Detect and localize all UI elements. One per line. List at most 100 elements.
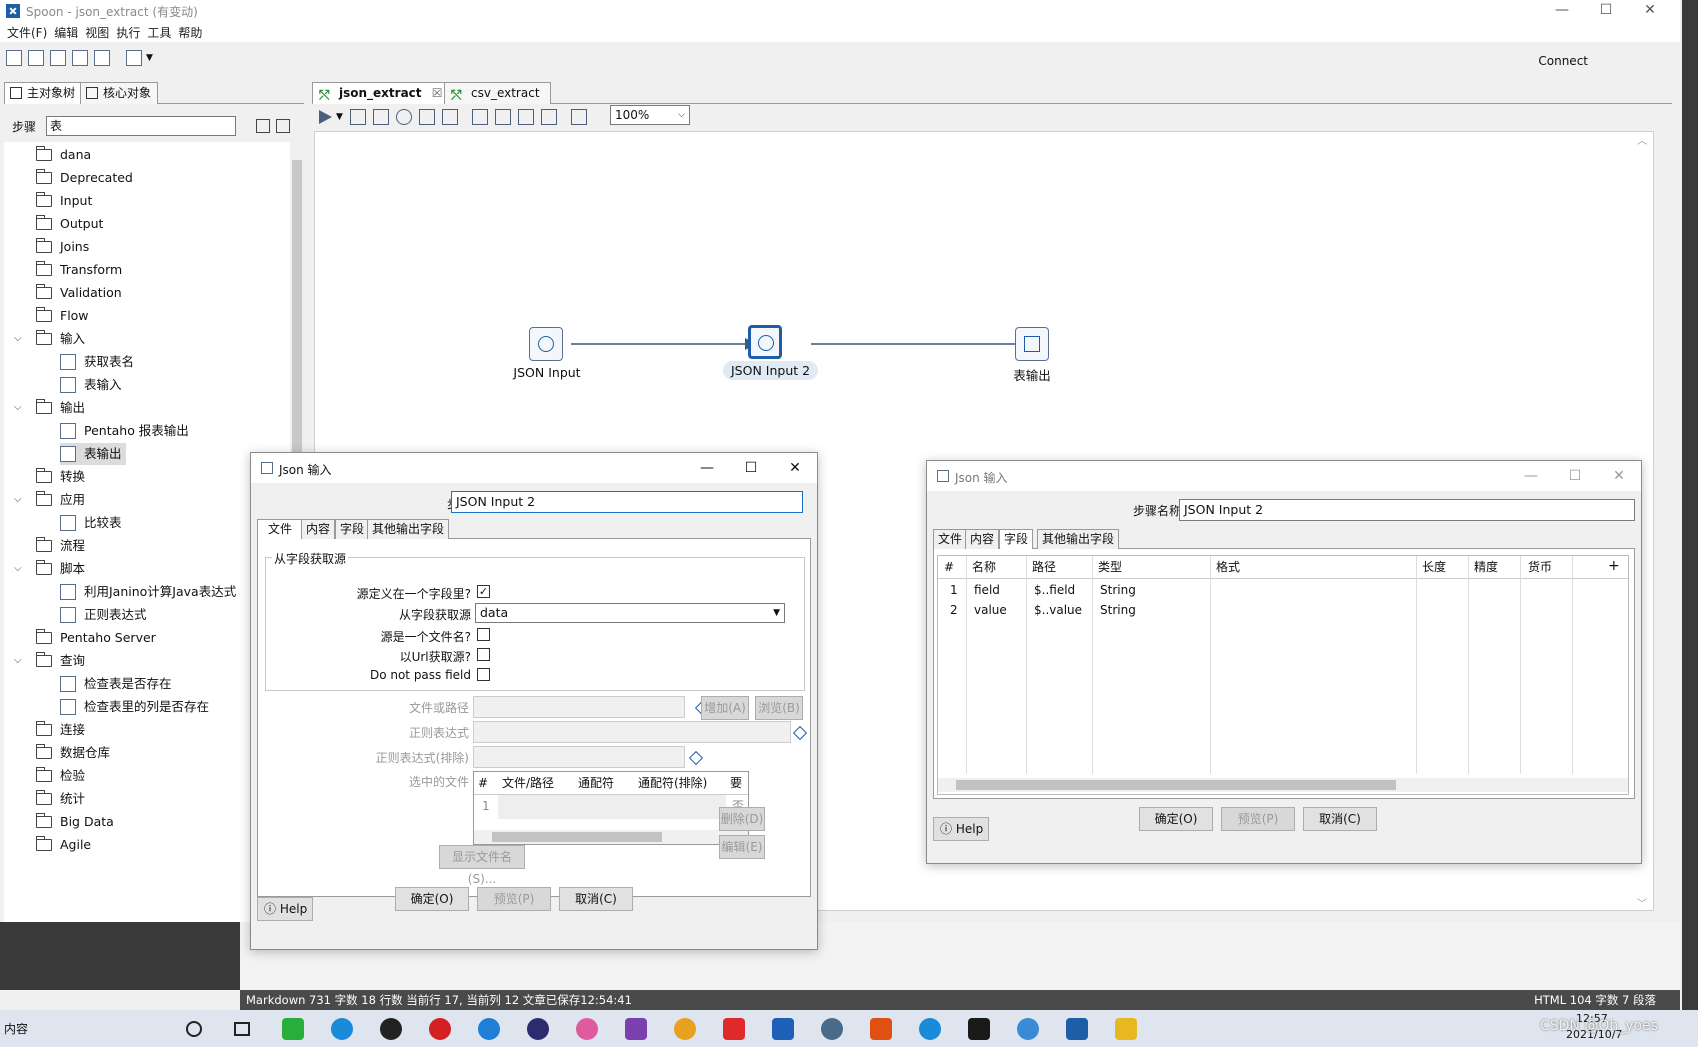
- source-in-field-checkbox[interactable]: ✓: [477, 585, 490, 598]
- chevron-down-icon[interactable]: ⌵: [14, 328, 22, 350]
- tab-extra-output-fields[interactable]: 其他输出字段: [367, 519, 450, 539]
- grid-cell-name[interactable]: value: [970, 600, 1007, 620]
- show-results-icon[interactable]: [570, 109, 587, 125]
- grid-cell-name[interactable]: field: [970, 580, 1000, 600]
- eclipse-icon[interactable]: [527, 1018, 549, 1040]
- browse-button[interactable]: 浏览(B): [755, 696, 803, 720]
- grid-header-length[interactable]: 长度: [1418, 556, 1468, 578]
- tree-item[interactable]: 连接: [36, 719, 85, 741]
- chevron-down-icon[interactable]: ⌵: [14, 397, 22, 419]
- maximize-button[interactable]: ☐: [1584, 0, 1628, 20]
- grid-cell-path[interactable]: $..field: [1030, 580, 1075, 600]
- tree-item[interactable]: 转换: [36, 466, 85, 488]
- tree-item[interactable]: ⌵ 输出: [14, 397, 85, 419]
- menu-view[interactable]: 视图: [85, 24, 109, 41]
- node-table-output[interactable]: [1015, 327, 1049, 361]
- youdao-icon[interactable]: [723, 1018, 745, 1040]
- grid-header-type[interactable]: 类型: [1094, 556, 1212, 578]
- chevron-down-icon[interactable]: ⌵: [14, 650, 22, 672]
- onenote-icon[interactable]: [625, 1018, 647, 1040]
- steps-search-input[interactable]: 表: [46, 116, 236, 136]
- grid-header-file-path[interactable]: 文件/路径: [498, 772, 574, 794]
- tab-core-objects[interactable]: 核心对象: [80, 82, 159, 104]
- connect-button[interactable]: Connect: [1538, 54, 1588, 68]
- tree-item[interactable]: 利用Janino计算Java表达式: [60, 581, 236, 603]
- help-button[interactable]: ⓘ Help: [257, 897, 313, 921]
- preview-eye-icon[interactable]: [395, 109, 412, 125]
- cancel-button[interactable]: 取消(C): [559, 887, 633, 911]
- explore-db-icon[interactable]: [540, 109, 557, 125]
- tree-item[interactable]: 数据仓库: [36, 742, 110, 764]
- fields-grid[interactable]: # 名称 路径 类型 格式 长度 精度 货币 + 1 field $..fiel…: [937, 555, 1629, 795]
- run-icon[interactable]: [319, 110, 332, 124]
- chevron-down-icon[interactable]: ⌵: [14, 489, 22, 511]
- explore-repo-icon[interactable]: [50, 50, 66, 66]
- chevron-up-icon[interactable]: ︿: [1637, 132, 1647, 147]
- grid-header-currency[interactable]: 货币: [1524, 556, 1574, 578]
- tree-item[interactable]: Pentaho Server: [36, 627, 156, 649]
- grid-header-precision[interactable]: 精度: [1470, 556, 1520, 578]
- node-json-input-2[interactable]: [748, 325, 782, 359]
- close-tab-icon[interactable]: ☒: [432, 86, 443, 100]
- help-button[interactable]: ⓘ Help: [933, 817, 989, 841]
- grid-row-cells[interactable]: [498, 795, 726, 819]
- tree-item[interactable]: 检查表里的列是否存在: [60, 696, 209, 718]
- tree-item[interactable]: Validation: [36, 282, 122, 304]
- cortana-icon[interactable]: [186, 1021, 202, 1037]
- selected-files-grid[interactable]: # 文件/路径 通配符 通配符(排除) 要求 1 否: [473, 771, 749, 845]
- dialog-minimize-button[interactable]: —: [685, 457, 729, 479]
- tree-item[interactable]: 比较表: [60, 512, 122, 534]
- tree-item[interactable]: 表输出: [60, 443, 126, 465]
- grid-hscrollbar[interactable]: [938, 778, 1628, 792]
- ie-icon[interactable]: [331, 1018, 353, 1040]
- tree-item[interactable]: ⌵ 输入: [14, 328, 85, 350]
- tree-item[interactable]: dana: [36, 144, 91, 166]
- menu-help[interactable]: 帮助: [178, 24, 202, 41]
- replay-icon[interactable]: [441, 109, 458, 125]
- chevron-down-icon[interactable]: ▼: [336, 112, 343, 122]
- grid-header-format[interactable]: 格式: [1212, 556, 1412, 578]
- file-path-input[interactable]: [473, 696, 685, 718]
- source-from-url-checkbox[interactable]: [477, 648, 490, 661]
- collapse-all-icon[interactable]: [276, 119, 290, 133]
- regex-input[interactable]: [473, 721, 791, 743]
- tree-item[interactable]: Pentaho 报表输出: [60, 420, 189, 442]
- sql-icon[interactable]: [517, 109, 534, 125]
- chrome-icon[interactable]: [674, 1018, 696, 1040]
- dialog-close-button[interactable]: ✕: [1597, 465, 1641, 487]
- menu-run[interactable]: 执行: [116, 24, 140, 41]
- tab-fields[interactable]: 字段: [335, 519, 370, 539]
- grid-cell-type[interactable]: String: [1096, 580, 1136, 600]
- cancel-button[interactable]: 取消(C): [1303, 807, 1377, 831]
- open-file-icon[interactable]: [28, 50, 44, 66]
- tree-item[interactable]: 流程: [36, 535, 85, 557]
- ok-button[interactable]: 确定(O): [395, 887, 469, 911]
- grid-header-wildcard[interactable]: 通配符: [574, 772, 634, 794]
- debug-icon[interactable]: [418, 109, 435, 125]
- grid-cell-type[interactable]: String: [1096, 600, 1136, 620]
- tab-content[interactable]: 内容: [965, 529, 1000, 549]
- tree-item[interactable]: Deprecated: [36, 167, 133, 189]
- tab-content[interactable]: 内容: [301, 519, 336, 539]
- tree-item[interactable]: ⌵ 脚本: [14, 558, 85, 580]
- app-icon[interactable]: [576, 1018, 598, 1040]
- tree-item[interactable]: 统计: [36, 788, 85, 810]
- tab-fields[interactable]: 字段: [999, 529, 1034, 549]
- close-button[interactable]: ✕: [1628, 0, 1672, 20]
- layers-icon[interactable]: [126, 50, 142, 66]
- verify-icon[interactable]: [471, 109, 488, 125]
- add-column-icon[interactable]: +: [1608, 558, 1620, 574]
- tree-item[interactable]: Transform: [36, 259, 122, 281]
- save-as-icon[interactable]: [94, 50, 110, 66]
- grid-header-name[interactable]: 名称: [968, 556, 1026, 578]
- new-file-icon[interactable]: [6, 50, 22, 66]
- file-explorer-icon[interactable]: [1115, 1018, 1137, 1040]
- tree-item[interactable]: ⌵ 查询: [14, 650, 85, 672]
- tree-item[interactable]: Flow: [36, 305, 89, 327]
- qq-icon[interactable]: [380, 1018, 402, 1040]
- preview-button[interactable]: 预览(P): [477, 887, 551, 911]
- step-name-input[interactable]: JSON Input 2: [451, 491, 803, 513]
- tree-item[interactable]: Output: [36, 213, 103, 235]
- chevron-down-icon[interactable]: ﹀: [1637, 895, 1647, 910]
- source-field-select[interactable]: data ▼: [475, 603, 785, 623]
